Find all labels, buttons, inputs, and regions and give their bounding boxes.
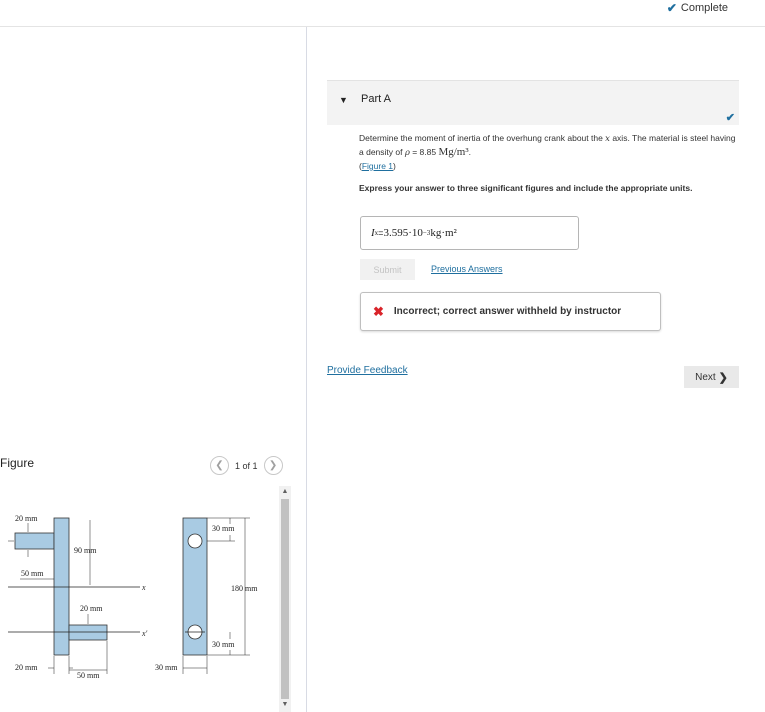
answer-value: 3.595·10: [383, 227, 423, 239]
dim-90mm: 90 mm: [74, 546, 97, 555]
dim-20mm-top: 20 mm: [15, 514, 38, 523]
figure-pager: ❮ 1 of 1 ❯: [210, 456, 283, 475]
answer-unit: kg·m²: [430, 227, 457, 239]
dim-30mm-top-right: 30 mm: [212, 524, 235, 533]
next-label: Next: [695, 371, 716, 383]
next-button[interactable]: Next ❯: [684, 366, 739, 388]
chevron-right-icon: ❯: [718, 371, 728, 384]
scroll-down-arrow-icon[interactable]: ▼: [279, 699, 291, 709]
upper-pin: [14, 532, 55, 550]
pager-text: 1 of 1: [235, 460, 258, 471]
dim-50mm-bottom: 50 mm: [77, 671, 100, 680]
question-text-1: Determine the moment of inertia of the o…: [359, 133, 606, 143]
error-x-icon: ✖: [373, 303, 384, 319]
check-icon: ✔: [666, 1, 677, 15]
figure-label: Figure: [0, 456, 35, 470]
dim-180mm: 180 mm: [231, 584, 258, 593]
top-bar: ✔ Complete: [0, 0, 765, 27]
part-title: Part A: [361, 93, 391, 105]
density-equals: = 8.85: [409, 147, 439, 157]
density-unit: Mg/m³: [438, 146, 469, 158]
submit-button[interactable]: Submit: [360, 259, 415, 280]
previous-answers-link[interactable]: Previous Answers: [431, 264, 503, 274]
answer-field[interactable]: Ix = 3.595·10 −3 kg·m²: [360, 216, 579, 250]
check-icon: ✔: [725, 112, 735, 124]
prev-figure-button[interactable]: ❮: [210, 456, 229, 475]
crank-figure: x x′ 20 mm 90 mm 50 mm 20 mm 20 mm 50 mm…: [8, 514, 258, 680]
dim-50mm-left: 50 mm: [21, 569, 44, 578]
instruction-text: Express your answer to three significant…: [359, 183, 693, 193]
scroll-thumb[interactable]: [281, 499, 289, 699]
answer-exponent: −3: [422, 229, 431, 237]
next-figure-button[interactable]: ❯: [263, 456, 283, 475]
scroll-up-arrow-icon[interactable]: ▲: [279, 486, 291, 496]
crank-arm: [53, 517, 70, 656]
question-period: .: [468, 147, 472, 157]
feedback-message: Incorrect; correct answer withheld by in…: [393, 306, 622, 317]
part-a-header[interactable]: ▼ Part A ✔: [327, 80, 739, 125]
dim-30mm-bottom: 30 mm: [155, 663, 178, 672]
upper-hole: [187, 533, 203, 549]
panel-divider: [306, 27, 307, 712]
dim-20mm-mid: 20 mm: [80, 604, 103, 613]
feedback-box: ✖ Incorrect; correct answer withheld by …: [360, 292, 661, 331]
lower-pin: [68, 624, 108, 641]
question-text: Determine the moment of inertia of the o…: [359, 133, 736, 171]
caret-down-icon[interactable]: ▼: [339, 95, 348, 105]
x-prime-axis-label: x′: [141, 629, 148, 638]
provide-feedback-link[interactable]: Provide Feedback: [327, 365, 408, 376]
dim-30mm-mid-right: 30 mm: [212, 640, 235, 649]
x-axis-label: x: [141, 583, 146, 592]
complete-label: Complete: [680, 2, 728, 14]
complete-status: ✔ Complete: [667, 1, 728, 15]
figure-scrollbar[interactable]: ▲ ▼: [279, 486, 291, 712]
dim-20mm-bottom: 20 mm: [15, 663, 38, 672]
figure-1-link[interactable]: Figure 1: [362, 161, 393, 171]
